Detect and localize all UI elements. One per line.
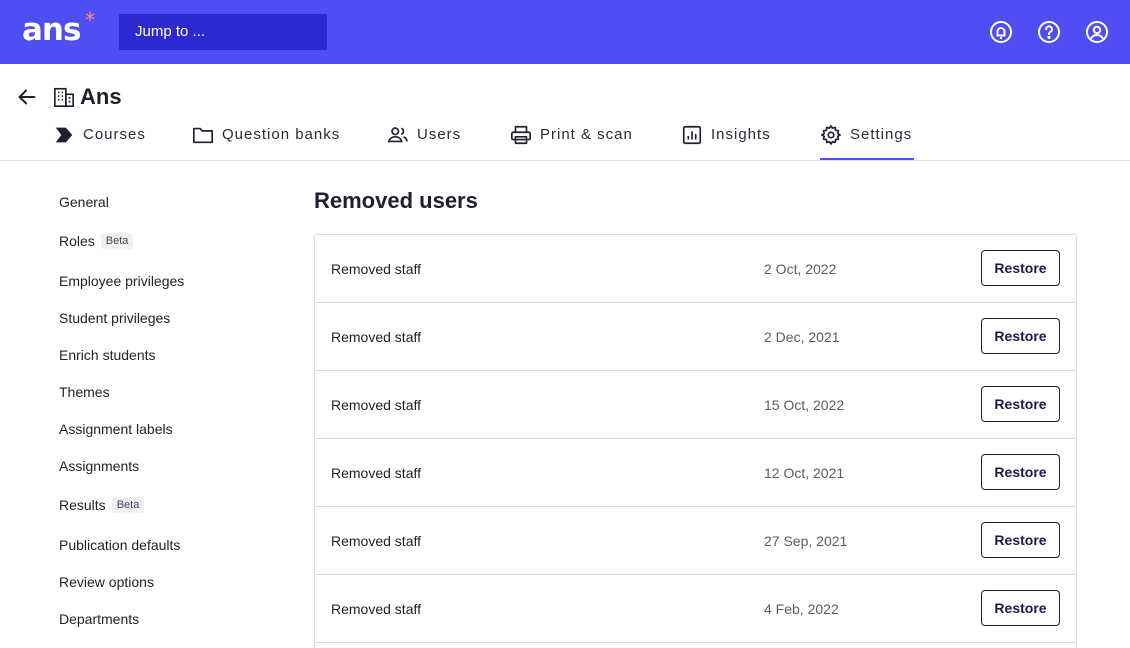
courses-icon (55, 127, 73, 143)
sidebar-item-review-options[interactable]: Review options (59, 573, 154, 591)
page-title: Ans (80, 84, 122, 109)
removed-date: 2 Oct, 2022 (764, 261, 837, 277)
logo-asterisk: * (85, 8, 95, 32)
sidebar-item-label: Departments (59, 611, 140, 627)
removed-users-list: Removed staff 2 Oct, 2022 Restore Remove… (314, 234, 1077, 648)
user-name: Removed staff (331, 465, 422, 481)
user-name: Removed staff (331, 601, 422, 617)
user-account-icon[interactable] (1085, 20, 1109, 44)
sidebar-item-assignments[interactable]: Assignments (59, 457, 139, 475)
restore-button[interactable]: Restore (981, 590, 1060, 626)
table-row: Removed staff 2 Oct, 2022 Restore (315, 235, 1076, 303)
restore-button[interactable]: Restore (981, 250, 1060, 286)
user-name: Removed staff (331, 261, 422, 277)
tab-insights-label: Insights (711, 126, 771, 143)
restore-button[interactable]: Restore (981, 522, 1060, 558)
notifications-icon[interactable] (989, 20, 1013, 44)
sidebar-item-general[interactable]: General (59, 193, 109, 211)
beta-badge: Beta (111, 497, 145, 513)
sidebar-item-label: Themes (59, 384, 110, 400)
user-name: Removed staff (331, 533, 422, 549)
restore-button[interactable]: Restore (981, 386, 1060, 422)
tab-question-banks[interactable]: Question banks (192, 122, 340, 160)
sidebar-item-student-privileges[interactable]: Student privileges (59, 309, 170, 327)
top-bar: ans * Jump to ... (0, 0, 1130, 64)
sidebar-item-employee-privileges[interactable]: Employee privileges (59, 272, 184, 290)
removed-date: 4 Feb, 2022 (764, 601, 839, 617)
tab-print-scan[interactable]: Print & scan (510, 122, 633, 160)
tab-courses[interactable]: Courses (53, 122, 146, 160)
app-logo[interactable]: ans (22, 10, 81, 50)
tab-question-banks-label: Question banks (222, 126, 341, 143)
tab-courses-label: Courses (83, 126, 146, 143)
removed-date: 15 Oct, 2022 (764, 397, 845, 413)
table-row: Removed staff 27 Sep, 2021 Restore (315, 507, 1076, 575)
sidebar-item-label: General (59, 194, 109, 210)
sidebar-item-label: Student privileges (59, 310, 171, 326)
table-row: Removed staff 4 Feb, 2022 Restore (315, 575, 1076, 643)
tab-insights[interactable]: Insights (681, 122, 771, 160)
tab-settings-label: Settings (850, 126, 913, 143)
users-icon (387, 127, 408, 143)
tab-print-scan-label: Print & scan (540, 126, 633, 143)
table-row: Removed staff 12 Oct, 2021 Restore (315, 439, 1076, 507)
table-row: Removed staff 2 Dec, 2021 Restore (315, 303, 1076, 371)
restore-button[interactable]: Restore (981, 318, 1060, 354)
removed-date: 27 Sep, 2021 (764, 533, 848, 549)
sidebar-item-label: Review options (59, 574, 154, 590)
removed-date: 2 Dec, 2021 (764, 329, 840, 345)
beta-badge: Beta (100, 233, 134, 249)
sidebar-item-publication-defaults[interactable]: Publication defaults (59, 536, 180, 554)
tab-users[interactable]: Users (387, 122, 461, 160)
building-icon (54, 87, 74, 107)
help-icon[interactable] (1037, 20, 1061, 44)
sidebar-item-label: Publication defaults (59, 537, 181, 553)
back-arrow-icon[interactable] (16, 86, 38, 108)
sidebar-item-label: Assignments (59, 458, 140, 474)
sidebar-item-enrich-students[interactable]: Enrich students (59, 346, 156, 364)
sidebar-item-themes[interactable]: Themes (59, 383, 110, 401)
printer-icon (511, 125, 531, 145)
sidebar-item-roles[interactable]: Roles Beta (59, 232, 134, 250)
sidebar-item-departments[interactable]: Departments (59, 610, 139, 628)
sidebar-item-label: Roles (59, 233, 95, 249)
gear-icon (821, 125, 841, 145)
sidebar-item-label: Employee privileges (59, 273, 185, 289)
removed-date: 12 Oct, 2021 (764, 465, 845, 481)
sidebar-item-label: Assignment labels (59, 421, 173, 437)
sidebar-item-assignment-labels[interactable]: Assignment labels (59, 420, 173, 438)
jump-to-search[interactable]: Jump to ... (119, 14, 327, 50)
user-name: Removed staff (331, 397, 422, 413)
page-header: Ans Courses Question banks Users Print &… (0, 64, 1130, 161)
tab-users-label: Users (417, 126, 462, 143)
table-row: Removed staff 15 Oct, 2022 Restore (315, 371, 1076, 439)
sidebar-item-results[interactable]: Results Beta (59, 496, 145, 514)
section-title: Removed users (314, 188, 478, 213)
chart-icon (682, 125, 702, 145)
user-name: Removed staff (331, 329, 422, 345)
folder-icon (193, 127, 213, 144)
sidebar-item-label: Enrich students (59, 347, 156, 363)
restore-button[interactable]: Restore (981, 454, 1060, 490)
tab-settings[interactable]: Settings (820, 122, 914, 160)
sidebar-item-label: Results (59, 497, 106, 513)
